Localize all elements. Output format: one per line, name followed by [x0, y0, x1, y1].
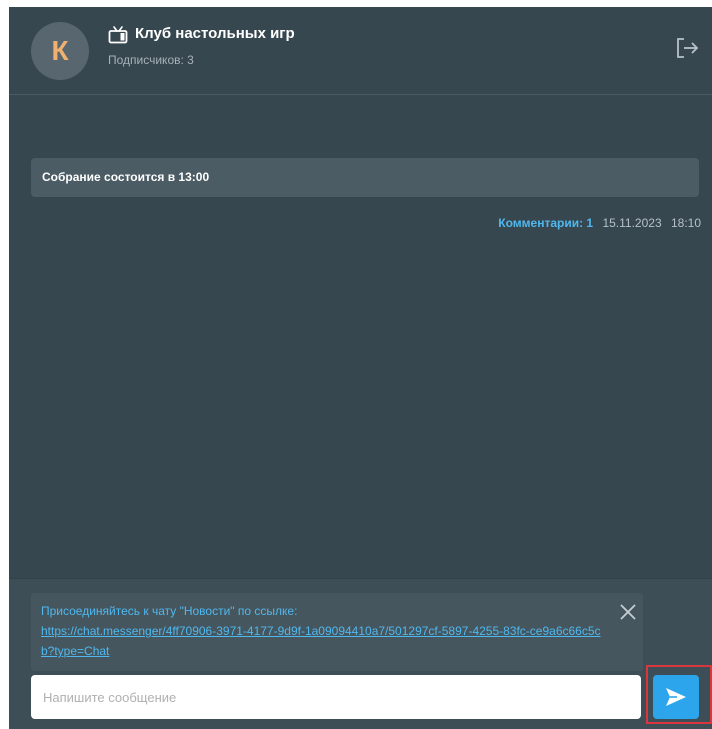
tv-icon [108, 26, 128, 44]
message-date: 15.11.2023 [602, 216, 662, 230]
comments-link[interactable]: Комментарии: 1 [498, 216, 593, 230]
send-button[interactable] [653, 675, 699, 719]
close-icon[interactable] [618, 602, 638, 622]
logout-icon[interactable] [673, 34, 701, 62]
channel-title: Клуб настольных игр [135, 25, 295, 42]
message-input[interactable] [31, 675, 641, 719]
link-preview: Присоединяйтесь к чату "Новости" по ссыл… [31, 593, 643, 671]
message-bubble[interactable]: Собрание состоится в 13:00 [31, 158, 699, 197]
message-text: Собрание состоится в 13:00 [42, 170, 210, 184]
link-preview-caption: Присоединяйтесь к чату "Новости" по ссыл… [41, 604, 298, 618]
composer: Присоединяйтесь к чату "Новости" по ссыл… [9, 578, 712, 729]
avatar[interactable]: К [31, 22, 89, 80]
message-time: 18:10 [670, 216, 701, 230]
message-list: Собрание состоится в 13:00 Комментарии: … [9, 96, 712, 578]
message-meta: Комментарии: 1 15.11.2023 18:10 [498, 216, 701, 230]
chat-window: К Клуб настольных игр Подписчиков: 3 Соб… [9, 7, 712, 729]
invite-link[interactable]: https://chat.messenger/4ff70906-3971-417… [41, 624, 601, 658]
subscriber-count: Подписчиков: 3 [108, 53, 194, 67]
send-icon [666, 688, 686, 706]
channel-header: К Клуб настольных игр Подписчиков: 3 [9, 7, 712, 95]
link-preview-text: Присоединяйтесь к чату "Новости" по ссыл… [41, 601, 601, 661]
